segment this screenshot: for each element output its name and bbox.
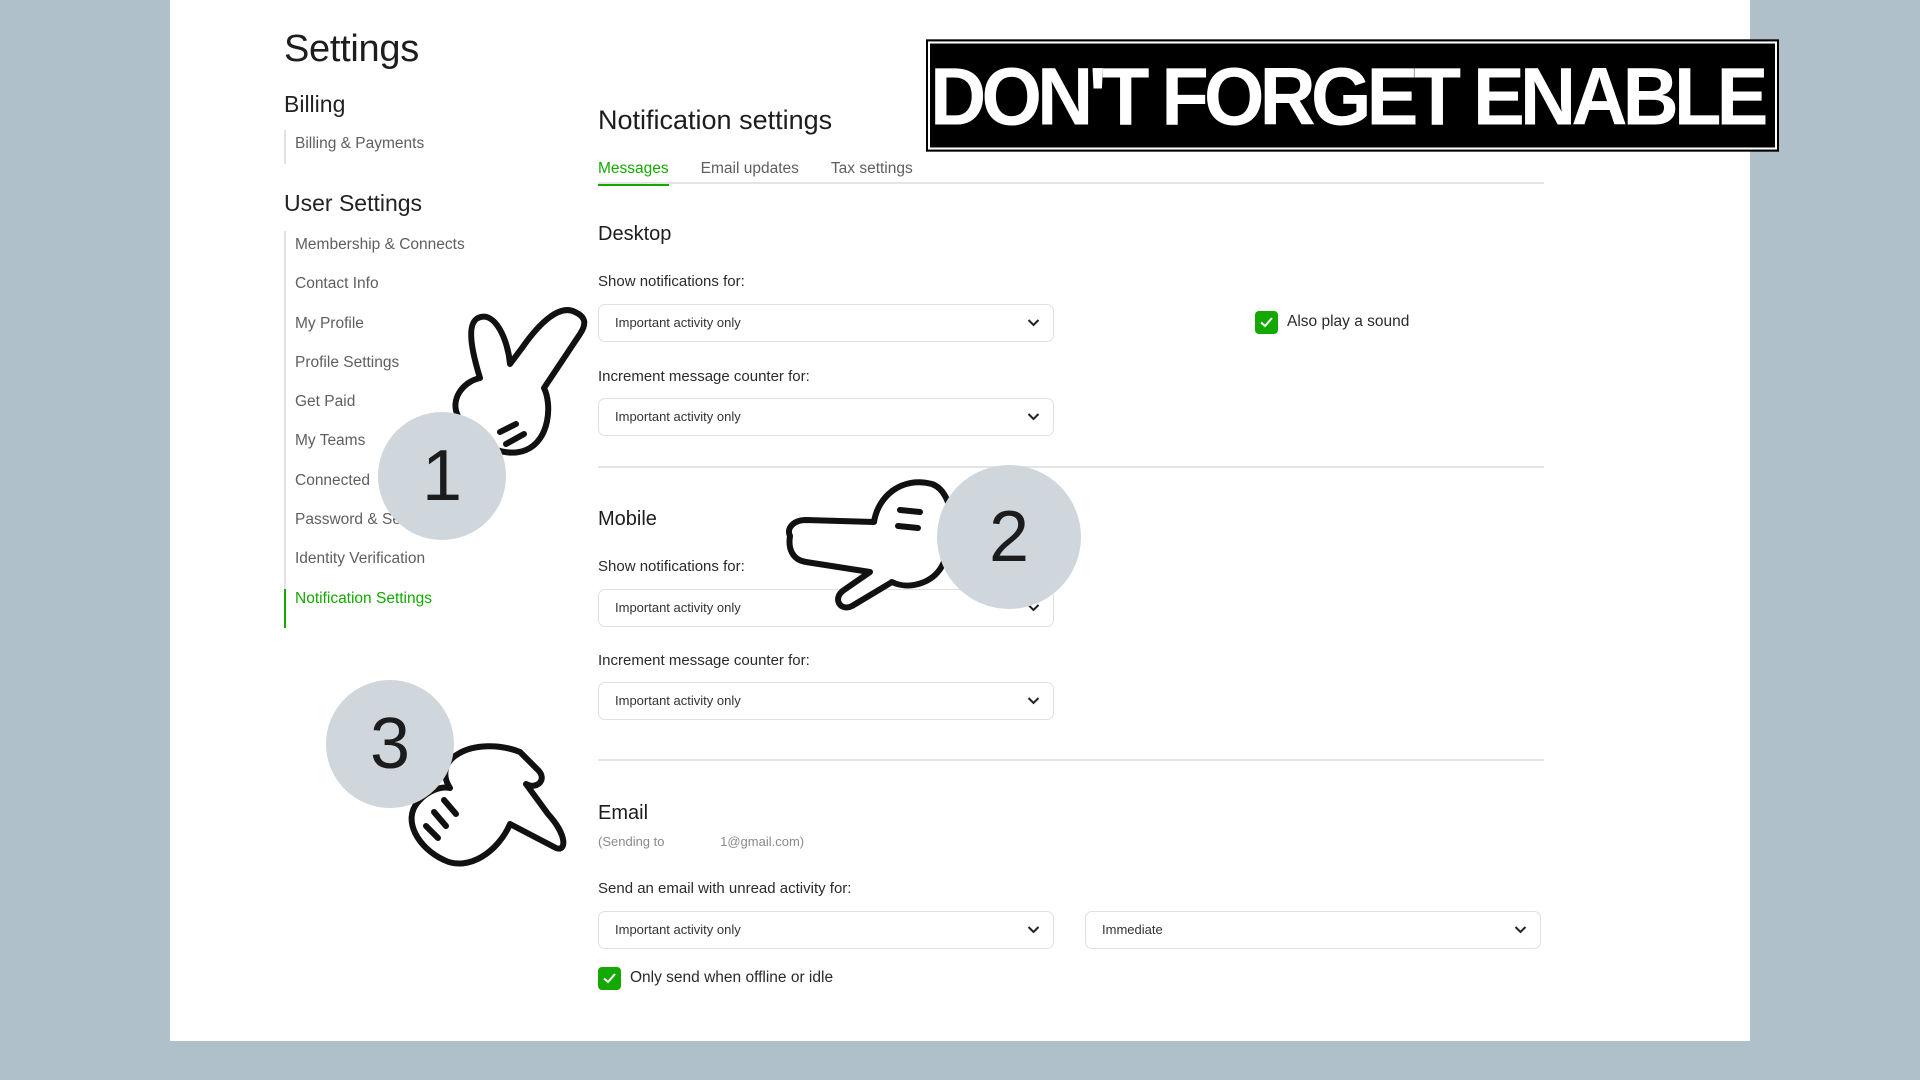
email-sending-to: (Sending to 1@gmail.com) bbox=[598, 834, 804, 849]
mobile-counter-select[interactable]: Important activity only bbox=[598, 682, 1054, 720]
email-frequency-select[interactable]: Immediate bbox=[1085, 911, 1541, 949]
mobile-counter-value: Important activity only bbox=[615, 693, 741, 708]
chevron-down-icon bbox=[1027, 926, 1040, 934]
email-section-title: Email bbox=[598, 802, 649, 824]
desktop-sound-checkbox[interactable] bbox=[1255, 311, 1278, 334]
billing-group-title: Billing bbox=[284, 91, 346, 117]
checkmark-icon bbox=[603, 973, 616, 984]
desktop-show-value: Important activity only bbox=[615, 315, 741, 330]
email-offline-checkbox[interactable] bbox=[598, 967, 621, 990]
sidebar-item-identity-verification[interactable]: Identity Verification bbox=[286, 549, 544, 588]
step-badge-3: 3 bbox=[326, 680, 454, 808]
email-sending-prefix: (Sending to bbox=[598, 834, 665, 849]
chevron-down-icon bbox=[1027, 413, 1040, 421]
email-sending-address: 1@gmail.com) bbox=[720, 834, 805, 849]
tab-tax-settings[interactable]: Tax settings bbox=[831, 160, 913, 184]
desktop-sound-label: Also play a sound bbox=[1287, 313, 1410, 330]
pointing-hand-icon bbox=[786, 479, 955, 611]
desktop-counter-value: Important activity only bbox=[615, 409, 741, 424]
desktop-counter-select[interactable]: Important activity only bbox=[598, 398, 1054, 436]
section-divider bbox=[598, 759, 1544, 761]
notification-tabs: Messages Email updates Tax settings bbox=[598, 160, 1544, 186]
sidebar-item-notification-settings[interactable]: Notification Settings bbox=[284, 588, 544, 628]
mobile-show-label: Show notifications for: bbox=[598, 558, 745, 575]
email-unread-select[interactable]: Important activity only bbox=[598, 911, 1054, 949]
settings-title: Settings bbox=[284, 28, 419, 70]
reminder-banner: DON'T FORGET ENABLE NOTIFICATION bbox=[926, 39, 1779, 152]
email-unread-label: Send an email with unread activity for: bbox=[598, 880, 852, 897]
user-settings-group-title: User Settings bbox=[284, 190, 423, 216]
mobile-counter-label: Increment message counter for: bbox=[598, 652, 810, 669]
sidebar-item-membership-connects[interactable]: Membership & Connects bbox=[286, 235, 544, 274]
desktop-show-select[interactable]: Important activity only bbox=[598, 304, 1054, 342]
email-frequency-value: Immediate bbox=[1102, 922, 1163, 937]
desktop-counter-label: Increment message counter for: bbox=[598, 368, 810, 385]
desktop-show-label: Show notifications for: bbox=[598, 273, 745, 290]
mobile-show-value: Important activity only bbox=[615, 600, 741, 615]
desktop-section-title: Desktop bbox=[598, 223, 672, 245]
tab-messages[interactable]: Messages bbox=[598, 160, 669, 186]
billing-nav-list: Billing & Payments bbox=[284, 130, 544, 164]
email-offline-label: Only send when offline or idle bbox=[630, 969, 834, 986]
step-badge-2: 2 bbox=[937, 465, 1081, 609]
mobile-section-title: Mobile bbox=[598, 508, 657, 530]
checkmark-icon bbox=[1260, 317, 1273, 328]
chevron-down-icon bbox=[1514, 926, 1527, 934]
chevron-down-icon bbox=[1027, 697, 1040, 705]
chevron-down-icon bbox=[1027, 319, 1040, 327]
section-divider bbox=[598, 466, 1544, 468]
tab-email-updates[interactable]: Email updates bbox=[701, 160, 799, 184]
sidebar-item-billing-payments[interactable]: Billing & Payments bbox=[286, 130, 544, 164]
email-unread-value: Important activity only bbox=[615, 922, 741, 937]
step-badge-1: 1 bbox=[378, 412, 506, 540]
